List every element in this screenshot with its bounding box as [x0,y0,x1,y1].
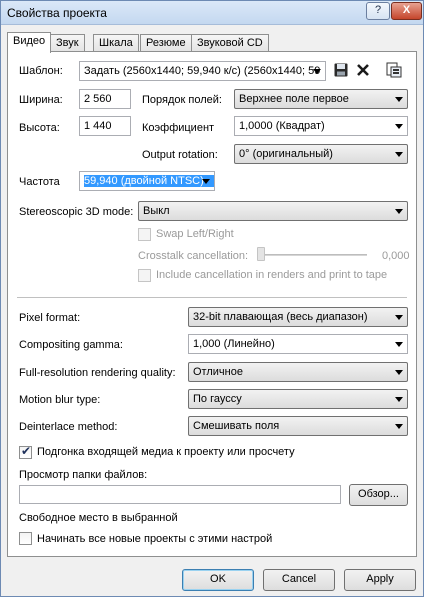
framerate-label: Частота [19,176,60,188]
chevron-down-icon [395,370,403,375]
pixel-format-select[interactable]: 32-bit плавающая (весь диапазон) [188,307,408,327]
tab-ruler[interactable]: Шкала [93,34,139,52]
pixel-aspect-label: Коэффициент [142,122,215,134]
crosstalk-slider[interactable] [257,254,367,256]
chevron-down-icon [395,397,403,402]
tab-audio-cd[interactable]: Звуковой CD [191,34,269,52]
deinterlace-select[interactable]: Смешивать поля [188,416,408,436]
crosstalk-label: Crosstalk cancellation: [138,250,249,262]
render-quality-select[interactable]: Отличное [188,362,408,382]
free-space-label: Свободное место в выбранной [19,512,178,524]
output-rotation-select[interactable]: 0° (оригинальный) [234,144,408,164]
chevron-down-icon [395,152,403,157]
field-order-select[interactable]: Верхнее поле первое [234,89,408,109]
motion-blur-select[interactable]: По гауссу [188,389,408,409]
ok-button[interactable]: OK [182,569,254,591]
divider [17,297,407,298]
chevron-down-icon [395,97,403,102]
cancel-button[interactable]: Cancel [263,569,335,591]
crosstalk-value: 0,000 [382,250,410,262]
height-label: Высота: [19,122,60,134]
adjust-media-label: Подгонка входящей медиа к проекту или пр… [37,446,295,458]
save-icon [334,63,348,77]
chevron-down-icon [395,209,403,214]
tab-video[interactable]: Видео [7,32,52,53]
prerender-folder-label: Просмотр папки файлов: [19,469,148,481]
prerender-folder-input[interactable] [19,485,341,504]
match-media-icon [386,62,402,78]
window-title: Свойства проекта [7,6,107,20]
start-all-projects-checkbox[interactable] [19,532,32,545]
save-template-button[interactable] [332,62,350,80]
field-order-label: Порядок полей: [142,94,222,106]
chevron-down-icon [395,342,403,347]
delete-template-button[interactable] [354,62,372,80]
tab-summary[interactable]: Резюме [140,34,192,52]
stereo-mode-label: Stereoscopic 3D mode: [19,206,134,218]
video-tab-panel: Шаблон: Задать (2560x1440; 59,940 к/с) (… [7,51,417,557]
template-label: Шаблон: [19,65,63,77]
swap-left-right-label: Swap Left/Right [156,228,234,240]
chevron-down-icon [395,315,403,320]
adjust-media-checkbox[interactable]: ✔ [19,444,32,459]
compositing-gamma-label: Compositing gamma: [19,339,123,351]
apply-button[interactable]: Apply [344,569,416,591]
render-quality-label: Full-resolution rendering quality: [19,367,176,379]
browse-button[interactable]: Обзор... [349,484,408,506]
project-properties-window: Свойства проекта ? X Видео Звук Шкала Ре… [0,0,424,597]
help-button[interactable]: ? [366,2,390,20]
checkmark-icon: ✔ [21,444,32,458]
delete-icon [357,64,369,76]
pixel-format-label: Pixel format: [19,312,81,324]
chevron-down-icon [395,424,403,429]
height-input[interactable]: 1 440 [79,116,131,136]
start-all-projects-label: Начинать все новые проекты с этими настр… [37,533,273,545]
chevron-down-icon [313,69,321,74]
chevron-down-icon [202,179,210,184]
close-button[interactable]: X [391,2,422,20]
title-bar: Свойства проекта ? X [1,1,423,25]
tab-audio[interactable]: Звук [50,34,85,52]
crosstalk-slider-thumb[interactable] [257,247,265,261]
include-cancellation-checkbox[interactable] [138,269,151,282]
compositing-gamma-select[interactable]: 1,000 (Линейно) [188,334,408,354]
deinterlace-label: Deinterlace method: [19,421,118,433]
motion-blur-label: Motion blur type: [19,394,101,406]
framerate-select[interactable]: 59,940 (двойной NTSC) [79,171,215,191]
output-rotation-label: Output rotation: [142,149,218,161]
chevron-down-icon [395,124,403,129]
match-media-button[interactable] [385,61,403,79]
include-cancellation-label: Include cancellation in renders and prin… [156,269,388,281]
pixel-aspect-select[interactable]: 1,0000 (Квадрат) [234,116,408,136]
width-input[interactable]: 2 560 [79,89,131,109]
width-label: Ширина: [19,94,63,106]
swap-left-right-checkbox[interactable] [138,228,151,241]
template-select[interactable]: Задать (2560x1440; 59,940 к/с) (2560x144… [79,61,326,81]
stereo-mode-select[interactable]: Выкл [138,201,408,221]
